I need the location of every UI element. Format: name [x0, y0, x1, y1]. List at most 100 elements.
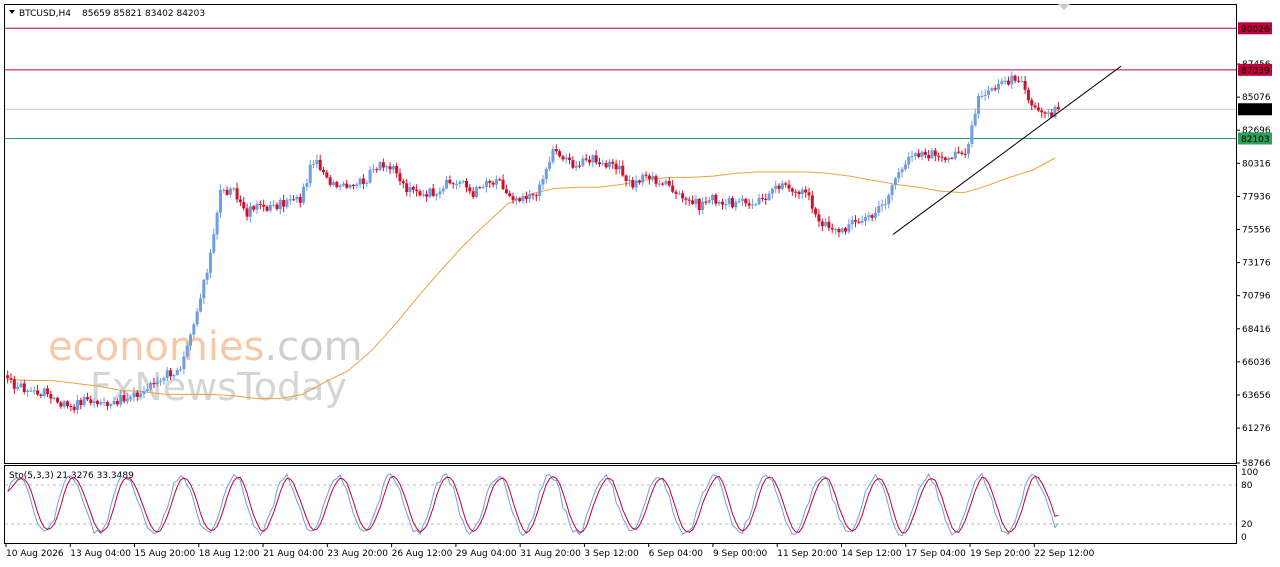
candle-body — [597, 162, 601, 165]
oscillator-level-label: 80 — [1241, 481, 1253, 491]
candle-body — [145, 389, 149, 392]
candle-body — [707, 200, 711, 203]
candle-body — [634, 180, 638, 188]
time-tick-label: 13 Aug 04:00 — [70, 549, 131, 559]
candle-body — [694, 198, 698, 204]
candle-body — [528, 194, 532, 199]
candle-body — [491, 182, 495, 185]
candle-body — [42, 388, 46, 396]
candle-body — [19, 383, 23, 388]
candle-body — [66, 401, 70, 407]
candle-body — [232, 188, 236, 190]
time-tick-label: 18 Aug 12:00 — [199, 549, 260, 559]
price-label-text: 90026 — [1241, 25, 1270, 35]
price-tick-label: 66036 — [1242, 358, 1271, 368]
candle-body — [119, 395, 123, 405]
candle-body — [744, 198, 748, 204]
candle-body — [684, 198, 688, 200]
candle-body — [860, 220, 864, 223]
price-label-current: 84203 — [1238, 103, 1272, 116]
candle-body — [391, 166, 395, 170]
candle-body — [947, 157, 951, 161]
candle-body — [844, 228, 848, 232]
candle-body — [1023, 80, 1027, 90]
candle-body — [943, 157, 947, 161]
candle-body — [953, 151, 957, 159]
candle-body — [179, 369, 183, 371]
candle-body — [568, 157, 572, 161]
candle-body — [591, 155, 595, 163]
candle-body — [395, 166, 399, 174]
candle-body — [817, 214, 821, 222]
price-tick-label: 75556 — [1242, 226, 1271, 236]
candle-body — [471, 191, 475, 197]
candle-body — [398, 173, 402, 182]
candle-body — [930, 150, 934, 159]
candle-body — [784, 183, 788, 185]
candle-body — [208, 252, 212, 273]
candle-body — [647, 175, 651, 179]
candle-body — [538, 184, 542, 196]
candle-body — [883, 204, 887, 206]
chart-canvas[interactable]: economies.com FxNewsToday BTCUSD,H4 8565… — [0, 0, 1280, 567]
candle-body — [518, 198, 522, 202]
candle-body — [957, 151, 961, 153]
candle-body — [381, 162, 385, 168]
candle-body — [534, 195, 538, 197]
candle-body — [571, 160, 575, 168]
candle-body — [614, 163, 618, 170]
candle-body — [960, 152, 964, 154]
candle-body — [1043, 112, 1047, 114]
candle-body — [421, 194, 425, 196]
candle-body — [854, 220, 858, 222]
candle-body — [9, 378, 13, 380]
candle-body — [551, 149, 555, 162]
candle-body — [780, 183, 784, 189]
candle-body — [1006, 80, 1010, 85]
candle-body — [195, 311, 199, 325]
candle-body — [514, 198, 518, 201]
candle-body — [252, 206, 256, 210]
time-tick-label: 22 Sep 12:00 — [1034, 549, 1094, 559]
candle-body — [760, 197, 764, 199]
candle-body — [1033, 105, 1037, 108]
time-tick-label: 17 Sep 04:00 — [906, 549, 966, 559]
watermark-fxnewstoday: FxNewsToday — [90, 365, 347, 409]
candle-body — [651, 176, 655, 179]
candle-body — [1030, 100, 1034, 106]
candle-body — [654, 176, 658, 184]
price-tick-label: 61276 — [1242, 424, 1271, 434]
candle-body — [435, 194, 439, 196]
candle-body — [385, 166, 389, 168]
candle-body — [754, 204, 758, 206]
candle-body — [465, 180, 469, 188]
candle-body — [441, 188, 445, 192]
time-tick-label: 21 Aug 04:00 — [263, 549, 324, 559]
candle-body — [182, 356, 186, 370]
candle-body — [378, 162, 382, 170]
oscillator-level-label: 20 — [1241, 520, 1253, 530]
time-tick-label: 3 Sep 12:00 — [584, 549, 639, 559]
candle-body — [494, 179, 498, 185]
candle-body — [242, 202, 246, 209]
candle-body — [594, 155, 598, 163]
time-tick-label: 14 Sep 12:00 — [841, 549, 901, 559]
candle-body — [967, 144, 971, 154]
candle-body — [767, 193, 771, 201]
price-label-support: 82103 — [1238, 132, 1272, 145]
candle-body — [910, 155, 914, 157]
candle-body — [428, 188, 432, 197]
candle-body — [275, 204, 279, 210]
candle-body — [717, 201, 721, 204]
candle-body — [887, 195, 891, 205]
candle-body — [85, 397, 89, 400]
candle-body — [75, 400, 79, 411]
candle-body — [631, 179, 635, 188]
candle-body — [285, 199, 289, 207]
candle-body — [1013, 75, 1017, 81]
candle-body — [335, 182, 339, 188]
candle-body — [328, 177, 332, 185]
candle-body — [558, 151, 562, 157]
oscillator-axis: 100 80 20 0 — [1241, 468, 1258, 543]
candle-body — [474, 187, 478, 197]
